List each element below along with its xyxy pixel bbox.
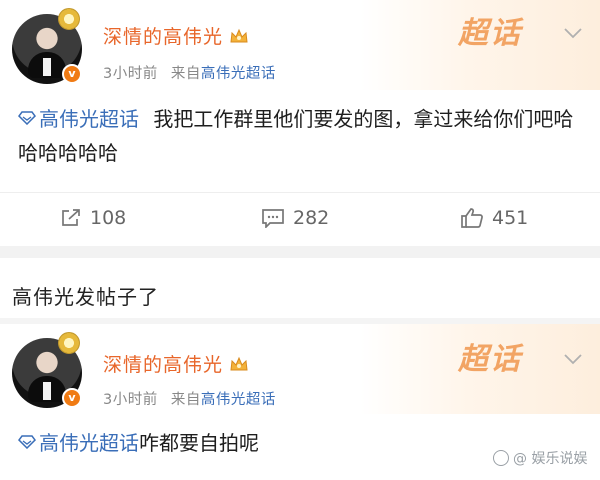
post-time: 3小时前 (103, 392, 158, 408)
topic-link[interactable]: 高伟光超话 (18, 431, 139, 455)
caption: 高伟光发帖子了 (12, 285, 159, 309)
crown-icon (230, 28, 248, 43)
v-badge-icon: v (62, 64, 82, 84)
topic-text[interactable]: 高伟光超话 (39, 107, 139, 131)
comment-icon (262, 209, 284, 228)
watermark-text: @ 娱乐说娱 (513, 451, 588, 467)
avatar[interactable]: v (12, 332, 82, 408)
comment-button[interactable]: 282 (261, 205, 329, 231)
super-topic-badge[interactable]: 超话 (458, 334, 522, 378)
v-badge-icon: v (62, 388, 82, 408)
like-count: 451 (492, 207, 529, 229)
thumbs-up-icon (461, 208, 483, 228)
repost-button[interactable]: 108 (60, 205, 126, 231)
post-time: 3小时前 (103, 66, 158, 82)
watermark: @ 娱乐说娱 (493, 448, 587, 468)
username-text[interactable]: 深情的高伟光 (103, 26, 223, 48)
post-content: 高伟光超话 我把工作群里他们要发的图，拿过来给你们吧哈哈哈哈哈哈 (18, 102, 588, 170)
source-prefix: 来自 (170, 392, 201, 408)
avatar-shirt (43, 382, 51, 400)
diamond-topic-icon (18, 435, 36, 449)
avatar-shirt (43, 58, 51, 76)
post-text: 咋都要自拍呢 (139, 431, 259, 455)
watermark-icon (493, 450, 509, 466)
action-bar: 108 282 451 (0, 192, 600, 243)
post-meta: 3小时前 来自高伟光超话 (103, 62, 276, 83)
username-text[interactable]: 深情的高伟光 (103, 354, 223, 376)
post-meta: 3小时前 来自高伟光超话 (103, 388, 276, 409)
share-icon (62, 209, 80, 226)
chevron-down-icon[interactable] (562, 352, 584, 366)
weibo-post-1: v 深情的高伟光 3小时前 来自高伟光超话 超话 高伟光超话 我把工作群里他们要… (0, 0, 600, 246)
like-button[interactable]: 451 (460, 205, 528, 231)
chevron-down-icon[interactable] (562, 26, 584, 40)
avatar[interactable]: v (12, 8, 82, 84)
source-link[interactable]: 高伟光超话 (201, 392, 276, 408)
medal-icon (58, 332, 80, 354)
source-prefix: 来自 (170, 66, 201, 82)
username[interactable]: 深情的高伟光 (103, 22, 249, 49)
repost-count: 108 (90, 207, 127, 229)
source-link[interactable]: 高伟光超话 (201, 66, 276, 82)
section-divider (0, 246, 600, 258)
topic-text[interactable]: 高伟光超话 (39, 431, 139, 455)
username[interactable]: 深情的高伟光 (103, 350, 249, 377)
topic-link[interactable]: 高伟光超话 (18, 107, 139, 131)
diamond-topic-icon (18, 111, 36, 125)
super-topic-badge[interactable]: 超话 (458, 8, 522, 52)
medal-icon (58, 8, 80, 30)
comment-count: 282 (293, 207, 330, 229)
crown-icon (230, 356, 248, 371)
